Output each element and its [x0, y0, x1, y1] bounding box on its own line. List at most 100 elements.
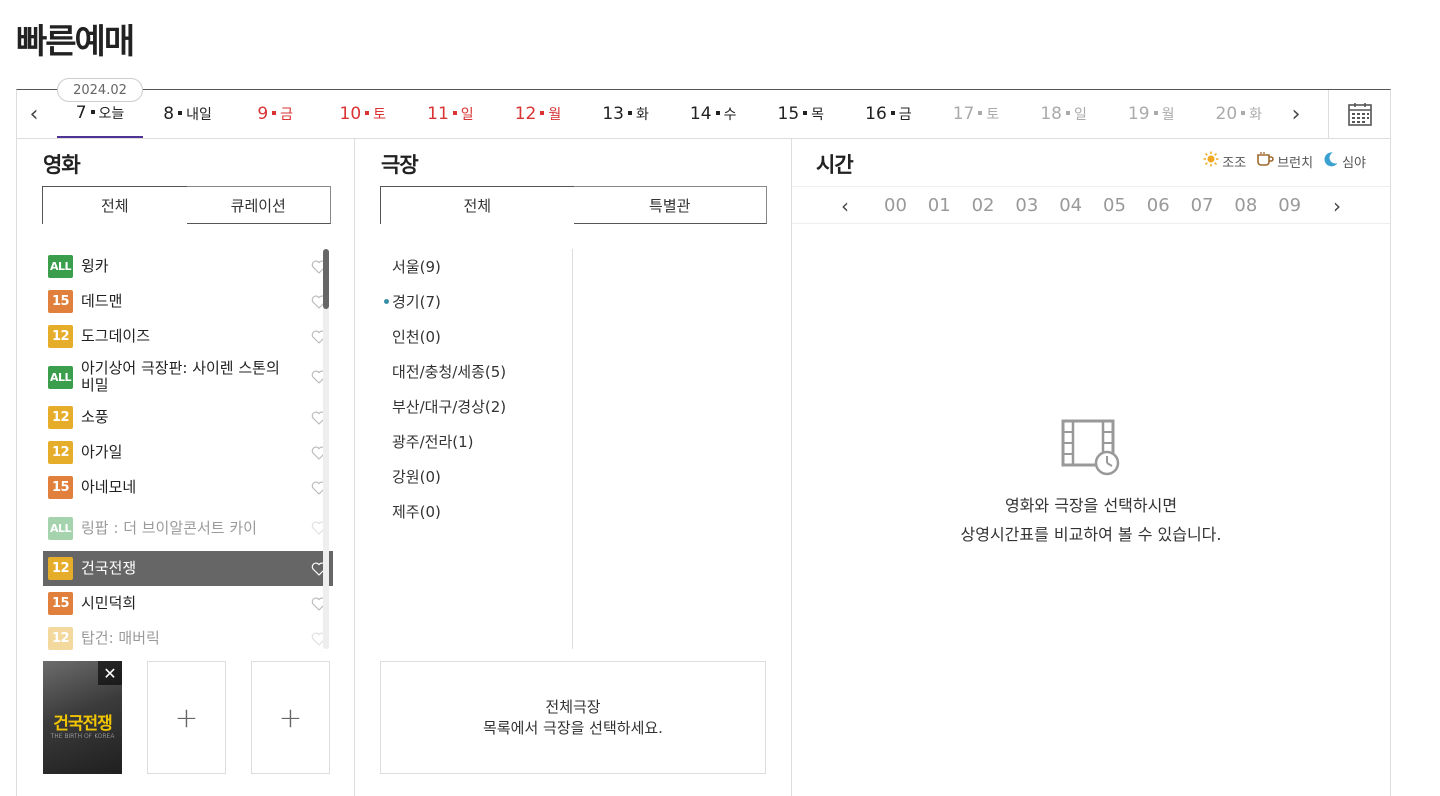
add-movie-slot[interactable]: +: [147, 661, 226, 774]
date-item[interactable]: 12 월: [495, 90, 581, 138]
chevron-right-icon[interactable]: ›: [1279, 90, 1313, 138]
date-separator-dot: [1153, 111, 1158, 115]
legend-label: 조조: [1222, 155, 1247, 171]
scroll-thumb[interactable]: [323, 249, 329, 309]
region-item[interactable]: 인천(0): [381, 319, 572, 354]
date-item[interactable]: 18 일: [1021, 90, 1107, 138]
date-item[interactable]: 19 월: [1108, 90, 1194, 138]
date-number: 17: [952, 104, 975, 124]
date-weekday: 금: [898, 107, 912, 123]
date-item[interactable]: 13 화: [583, 90, 669, 138]
date-separator-dot: [1065, 111, 1070, 115]
selected-movie-slots: 건국전쟁 THE BIRTH OF KOREA ✕ + +: [43, 661, 330, 774]
date-separator-dot: [90, 110, 95, 114]
region-item[interactable]: 대전/충청/세종(5): [381, 354, 572, 389]
date-number: 18: [1040, 104, 1062, 124]
poster-subtitle: THE BIRTH OF KOREA: [50, 733, 115, 740]
movie-item[interactable]: 12 아가일: [43, 435, 333, 470]
movie-list: ALL 윙카 15 데드맨 12 도그데이즈 ALL 아기상어 극장판: 사이렌 스톤의 비밀…: [43, 249, 333, 656]
date-number: 13: [602, 104, 624, 124]
movie-item[interactable]: 12 도그데이즈: [43, 319, 333, 354]
movie-item[interactable]: ALL 윙카: [43, 249, 333, 284]
movie-item[interactable]: 12 건국전쟁: [43, 551, 333, 586]
tab-theater-special[interactable]: 특별관: [573, 186, 767, 224]
theater-tabs: 전체 특별관: [380, 186, 767, 224]
movie-item[interactable]: 15 아네모네: [43, 470, 333, 505]
date-weekday: 내일: [186, 107, 212, 123]
tab-movie-curation[interactable]: 큐레이션: [186, 186, 331, 224]
date-separator-dot: [452, 111, 457, 115]
chevron-left-icon[interactable]: ‹: [830, 187, 860, 224]
movie-item[interactable]: 12 소풍: [43, 400, 333, 435]
region-item[interactable]: 광주/전라(1): [381, 424, 572, 459]
hour-item[interactable]: 01: [928, 187, 951, 224]
hour-item[interactable]: 02: [972, 187, 995, 224]
rating-badge: 12: [48, 627, 73, 650]
date-item[interactable]: 9금: [232, 90, 318, 138]
legend-night: 심야: [1323, 151, 1366, 171]
tab-movie-all[interactable]: 전체: [42, 186, 187, 224]
time-legend: 조조 브런치 심야: [1203, 151, 1366, 171]
chevron-left-icon[interactable]: ‹: [17, 90, 51, 138]
sun-icon: [1203, 151, 1219, 171]
date-item[interactable]: 16 금: [845, 90, 931, 138]
date-weekday: 화: [635, 107, 649, 123]
date-item[interactable]: 17 토: [933, 90, 1019, 138]
movie-name: 아가일: [81, 443, 123, 461]
region-item[interactable]: 서울(9): [381, 249, 572, 284]
theater-panel: 극장 전체 특별관 서울(9) 경기(7) 인천(0) 대전/충청/세종(5) 부산/대…: [355, 139, 792, 796]
chevron-right-icon[interactable]: ›: [1322, 187, 1352, 224]
region-item[interactable]: 경기(7): [381, 284, 572, 319]
date-item[interactable]: 14 수: [670, 90, 756, 138]
hour-item[interactable]: 06: [1147, 187, 1170, 224]
date-number: 16: [865, 104, 887, 124]
movie-tabs: 전체 큐레이션: [42, 186, 331, 224]
date-number: 15: [777, 104, 800, 124]
close-icon[interactable]: ✕: [98, 661, 122, 685]
date-weekday: 화: [1249, 107, 1263, 123]
theater-panel-title: 극장: [381, 153, 419, 177]
date-item[interactable]: 15 목: [758, 90, 844, 138]
year-month-badge: 2024.02: [57, 78, 143, 102]
rating-badge: ALL: [48, 365, 73, 389]
moon-icon: [1323, 151, 1339, 171]
movie-name: 데드맨: [81, 292, 123, 310]
date-item[interactable]: 20 화: [1196, 90, 1282, 138]
date-item[interactable]: 10 토: [320, 90, 406, 138]
time-panel-title: 시간: [816, 153, 854, 177]
movie-item[interactable]: ALL 링팝 : 더 브이알콘서트 카이: [43, 505, 333, 551]
date-weekday: 금: [280, 107, 294, 123]
movie-item[interactable]: ALL 아기상어 극장판: 사이렌 스톤의 비밀: [43, 354, 333, 400]
add-movie-slot[interactable]: +: [251, 661, 330, 774]
date-separator-dot: [272, 111, 277, 115]
hour-item[interactable]: 05: [1103, 187, 1126, 224]
rating-badge: 15: [48, 290, 73, 313]
date-item[interactable]: 8 내일: [145, 90, 231, 138]
hour-item[interactable]: 03: [1015, 187, 1038, 224]
date-separator-dot: [803, 111, 808, 115]
rating-badge: 12: [48, 557, 73, 580]
calendar-icon[interactable]: [1328, 90, 1390, 138]
date-weekday: 일: [460, 107, 474, 123]
tab-theater-all[interactable]: 전체: [380, 186, 574, 224]
region-item[interactable]: 제주(0): [381, 494, 572, 529]
date-number: 10: [339, 104, 362, 124]
date-weekday: 토: [986, 107, 1000, 123]
movie-item[interactable]: 15 데드맨: [43, 284, 333, 319]
legend-label: 브런치: [1277, 155, 1314, 171]
hour-item[interactable]: 07: [1191, 187, 1214, 224]
movie-list-scrollbar[interactable]: [323, 249, 329, 649]
hour-item[interactable]: 08: [1234, 187, 1257, 224]
movie-item[interactable]: 12 탑건: 매버릭: [43, 621, 333, 656]
date-item[interactable]: 11 일: [407, 90, 493, 138]
movie-item[interactable]: 15 시민덕희: [43, 586, 333, 621]
poster-title: 건국전쟁: [53, 714, 113, 734]
hour-item[interactable]: 04: [1059, 187, 1082, 224]
legend-morning: 조조: [1203, 151, 1246, 171]
selected-movie-poster: 건국전쟁 THE BIRTH OF KOREA ✕: [43, 661, 122, 774]
region-item[interactable]: 강원(0): [381, 459, 572, 494]
hour-item[interactable]: 09: [1278, 187, 1301, 224]
hour-item[interactable]: 00: [884, 187, 907, 224]
region-item[interactable]: 부산/대구/경상(2): [381, 389, 572, 424]
movie-name: 도그데이즈: [81, 327, 151, 345]
